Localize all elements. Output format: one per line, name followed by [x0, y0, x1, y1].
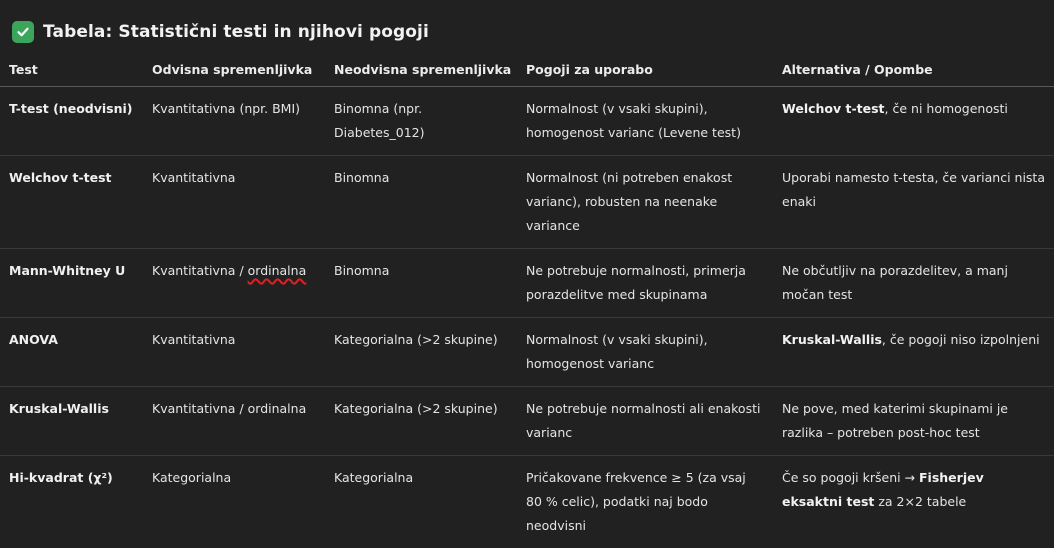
cell-test: Mann-Whitney U [9, 263, 126, 278]
table-row: T-test (neodvisni) Kvantitativna (npr. B… [0, 87, 1054, 156]
table-row: Kruskal-Wallis Kvantitativna / ordinalna… [0, 387, 1054, 456]
alternative-text: za 2×2 tabele [874, 494, 967, 509]
cell-conditions: Pričakovane frekvence ≥ 5 (za vsaj 80 % … [526, 470, 746, 533]
table-row: ANOVA Kvantitativna Kategorialna (>2 sku… [0, 318, 1054, 387]
cell-alternative: Ne občutljiv na porazdelitev, a manj moč… [782, 263, 1008, 302]
cell-test: ANOVA [9, 332, 58, 347]
cell-alternative: Ne pove, med katerimi skupinami je razli… [782, 401, 1008, 440]
cell-independent: Kategorialna (>2 skupine) [334, 332, 498, 347]
cell-dependent: Kvantitativna / ordinalna [152, 401, 307, 416]
cell-test: Kruskal-Wallis [9, 401, 109, 416]
table-row: Hi-kvadrat (χ²) Kategorialna Kategorialn… [0, 456, 1054, 548]
table-row: Mann-Whitney U Kvantitativna / ordinalna… [0, 249, 1054, 318]
cell-dependent: Kvantitativna [152, 332, 236, 347]
alternative-bold: Kruskal-Wallis [782, 332, 882, 347]
column-header-conditions: Pogoji za uporabo [526, 62, 653, 77]
cell-independent: Kategorialna [334, 470, 414, 485]
spellcheck-marked-word: ordinalna [247, 263, 307, 278]
statistical-tests-table: Test Odvisna spremenljivka Neodvisna spr… [0, 55, 1054, 548]
cell-dependent: Kvantitativna [152, 170, 236, 185]
cell-test: Hi-kvadrat (χ²) [9, 470, 113, 485]
column-header-alternative: Alternativa / Opombe [782, 62, 933, 77]
table-row: Welchov t-test Kvantitativna Binomna Nor… [0, 156, 1054, 249]
chat-message: Tabela: Statistični testi in njihovi pog… [0, 0, 1054, 548]
cell-conditions: Normalnost (ni potreben enakost varianc)… [526, 170, 733, 233]
cell-independent: Binomna [334, 170, 390, 185]
cell-dependent: Kvantitativna (npr. BMI) [152, 101, 301, 116]
cell-dependent: Kategorialna [152, 470, 232, 485]
cell-alternative: Kruskal-Wallis, če pogoji niso izpolnjen… [773, 318, 1054, 387]
column-header-dependent: Odvisna spremenljivka [152, 62, 313, 77]
cell-conditions: Normalnost (v vsaki skupini), homogenost… [526, 332, 708, 371]
cell-test: Welchov t-test [9, 170, 112, 185]
table-header-row: Test Odvisna spremenljivka Neodvisna spr… [0, 55, 1054, 87]
cell-independent: Kategorialna (>2 skupine) [334, 401, 498, 416]
cell-independent: Binomna [334, 263, 390, 278]
table-container: Test Odvisna spremenljivka Neodvisna spr… [0, 0, 1054, 548]
cell-independent: Binomna (npr. Diabetes_012) [334, 101, 425, 140]
dependent-text: Kvantitativna / [152, 263, 248, 278]
column-header-independent: Neodvisna spremenljivka [334, 62, 512, 77]
cell-dependent: Kvantitativna / ordinalna [143, 249, 325, 318]
cell-conditions: Normalnost (v vsaki skupini), homogenost… [526, 101, 741, 140]
cell-conditions: Ne potrebuje normalnosti ali enakosti va… [526, 401, 761, 440]
column-header-test: Test [9, 62, 38, 77]
alternative-text: , če ni homogenosti [884, 101, 1008, 116]
cell-conditions: Ne potrebuje normalnosti, primerja poraz… [526, 263, 746, 302]
cell-alternative: Welchov t-test, če ni homogenosti [773, 87, 1054, 156]
alternative-bold: Welchov t-test [782, 101, 885, 116]
cell-alternative: Uporabi namesto t-testa, če varianci nis… [782, 170, 1045, 209]
cell-alternative: Če so pogoji kršeni → Fisherjev eksaktni… [773, 456, 1054, 548]
alternative-text: Če so pogoji kršeni → [782, 470, 920, 485]
cell-test: T-test (neodvisni) [9, 101, 133, 116]
alternative-text: , če pogoji niso izpolnjeni [881, 332, 1040, 347]
